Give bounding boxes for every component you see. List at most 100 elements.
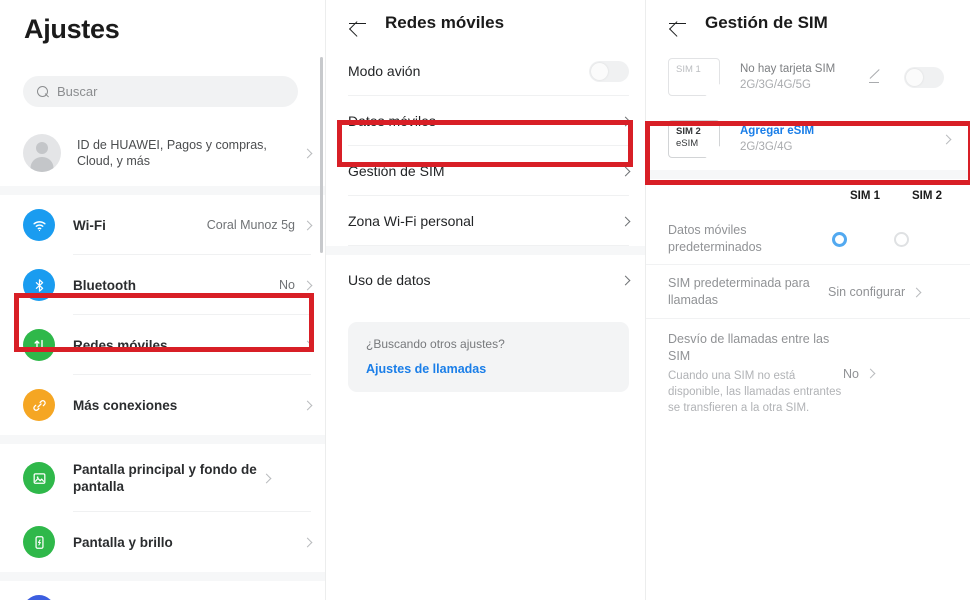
sim-title: No hay tarjeta SIM	[740, 63, 836, 75]
sidebar-item-label: Redes móviles	[73, 337, 168, 353]
column-header-sim2: SIM 2	[911, 190, 943, 202]
wallpaper-icon	[23, 462, 55, 494]
sim-list: SIM 1 No hay tarjeta SIM 2G/3G/4G/5G SIM…	[646, 46, 970, 170]
search-input[interactable]: Buscar	[23, 76, 298, 107]
sim-subtitle: 2G/3G/4G/5G	[740, 79, 811, 91]
chevron-right-icon	[302, 220, 313, 230]
sidebar-item-label: Bluetooth	[73, 277, 136, 293]
row-sublabel: Cuando una SIM no está disponible, las l…	[668, 370, 842, 414]
chevron-right-icon	[302, 280, 313, 290]
bluetooth-icon	[23, 269, 55, 301]
sidebar-item-label: Pantalla y brillo	[73, 534, 173, 550]
section-divider	[646, 170, 970, 179]
sidebar-item-value: No	[279, 278, 295, 292]
sim-card-sublabel: eSIM	[676, 138, 699, 149]
account-label: ID de HUAWEI, Pagos y compras, Cloud, y …	[77, 138, 267, 168]
display-brightness-icon	[23, 526, 55, 558]
radio-sim2[interactable]	[893, 231, 909, 247]
sim-row-1[interactable]: SIM 1 No hay tarjeta SIM 2G/3G/4G/5G	[646, 46, 970, 108]
chevron-right-icon	[620, 166, 631, 176]
row-sim-management[interactable]: Gestión de SIM	[326, 146, 645, 196]
search-icon	[37, 85, 49, 98]
row-default-mobile-data[interactable]: Datos móviles predeterminados	[646, 213, 970, 265]
scrollbar[interactable]	[320, 57, 323, 253]
page-title: Ajustes	[24, 14, 120, 44]
section-divider	[0, 572, 325, 581]
mobile-networks-group: Modo avión Datos móviles Gestión de SIM …	[326, 46, 645, 246]
row-default-sim-calls[interactable]: SIM predeterminada para llamadas Sin con…	[646, 265, 970, 319]
wifi-icon	[23, 209, 55, 241]
row-label: Zona Wi-Fi personal	[348, 213, 475, 229]
row-airplane-mode[interactable]: Modo avión	[326, 46, 645, 96]
chevron-right-icon	[620, 116, 631, 126]
sim-management-header: Gestión de SIM	[646, 0, 970, 46]
chevron-right-icon	[911, 287, 922, 297]
chevron-right-icon	[941, 134, 952, 144]
edit-pencil-icon[interactable]	[868, 69, 884, 85]
sidebar-item-sounds-vibration[interactable]: Sonidos y vibración	[0, 581, 325, 600]
mobile-networks-panel: Redes móviles Modo avión Datos móviles G…	[325, 0, 645, 600]
sim1-enable-toggle[interactable]	[904, 66, 944, 88]
chevron-right-icon	[302, 400, 313, 410]
sim-card-label: SIM 1	[676, 64, 701, 75]
link-icon	[23, 389, 55, 421]
avatar	[23, 134, 61, 172]
sidebar-item-more-connections[interactable]: Más conexiones	[0, 375, 325, 435]
back-arrow-icon[interactable]	[348, 14, 367, 33]
row-label: Modo avión	[348, 63, 421, 79]
chevron-right-icon	[620, 275, 631, 285]
row-value: No	[843, 367, 859, 381]
row-call-forwarding-between-sims[interactable]: Desvío de llamadas entre las SIM Cuando …	[646, 319, 970, 427]
row-label: Gestión de SIM	[348, 163, 445, 179]
row-mobile-data[interactable]: Datos móviles	[326, 96, 645, 146]
sidebar-item-bluetooth[interactable]: Bluetooth No	[0, 255, 325, 315]
huawei-account-row[interactable]: ID de HUAWEI, Pagos y compras, Cloud, y …	[0, 120, 325, 186]
settings-panel: Ajustes Buscar ID de HUAWEI, Pagos y com…	[0, 0, 325, 600]
radio-sim1[interactable]	[831, 231, 847, 247]
add-esim-label[interactable]: Agregar eSIM	[740, 123, 943, 139]
sim-row-2[interactable]: SIM 2 eSIM Agregar eSIM 2G/3G/4G	[646, 108, 970, 170]
mobile-networks-header: Redes móviles	[326, 0, 645, 46]
sidebar-item-mobile-networks[interactable]: Redes móviles	[0, 315, 325, 375]
sidebar-item-label: Más conexiones	[73, 397, 178, 413]
section-divider	[0, 186, 325, 195]
radio-cell-sim1[interactable]	[808, 231, 870, 247]
row-label: Uso de datos	[348, 272, 431, 288]
three-panel-screenshot: Ajustes Buscar ID de HUAWEI, Pagos y com…	[0, 0, 970, 600]
panel-title: Gestión de SIM	[705, 13, 828, 32]
sidebar-item-value: Coral Munoz 5g	[206, 218, 295, 232]
column-header-sim1: SIM 1	[849, 190, 881, 202]
connectivity-group: Wi-Fi Coral Munoz 5g Bluetooth No Redes …	[0, 195, 325, 435]
sidebar-item-wifi[interactable]: Wi-Fi Coral Munoz 5g	[0, 195, 325, 255]
sim-card-label: SIM 2	[676, 126, 701, 137]
row-label: Desvío de llamadas entre las SIM	[668, 332, 830, 363]
row-personal-hotspot[interactable]: Zona Wi-Fi personal	[326, 196, 645, 246]
sim-column-headers: SIM 1 SIM 2	[646, 179, 970, 213]
row-data-usage[interactable]: Uso de datos	[326, 255, 645, 305]
display-group: Pantalla principal y fondo de pantalla P…	[0, 444, 325, 572]
sim-texts: Agregar eSIM 2G/3G/4G	[740, 123, 943, 155]
hint-question: ¿Buscando otros ajustes?	[366, 337, 505, 351]
chevron-right-icon	[302, 148, 313, 158]
sidebar-item-home-screen-wallpaper[interactable]: Pantalla principal y fondo de pantalla	[0, 444, 325, 512]
radio-cell-sim2[interactable]	[870, 231, 932, 247]
sim-subtitle: 2G/3G/4G	[740, 141, 793, 153]
row-label: SIM predeterminada para llamadas	[668, 276, 810, 307]
call-settings-link[interactable]: Ajustes de llamadas	[366, 362, 629, 376]
other-settings-hint-card: ¿Buscando otros ajustes? Ajustes de llam…	[348, 322, 629, 392]
chevron-right-icon	[302, 537, 313, 547]
row-label: Datos móviles	[348, 113, 436, 129]
search-placeholder: Buscar	[57, 84, 98, 99]
chevron-right-icon	[302, 340, 313, 350]
sidebar-item-display-brightness[interactable]: Pantalla y brillo	[0, 512, 325, 572]
row-label: Datos móviles predeterminados	[668, 223, 762, 254]
row-divider	[348, 245, 629, 246]
sim-texts: No hay tarjeta SIM 2G/3G/4G/5G	[740, 61, 868, 93]
sim-management-panel: Gestión de SIM SIM 1 No hay tarjeta SIM …	[645, 0, 970, 600]
airplane-mode-toggle[interactable]	[589, 60, 629, 82]
section-divider	[326, 246, 645, 255]
back-arrow-icon[interactable]	[668, 14, 687, 33]
mobile-networks-icon	[23, 329, 55, 361]
sidebar-item-label: Wi-Fi	[73, 217, 106, 233]
chevron-right-icon	[261, 473, 272, 483]
